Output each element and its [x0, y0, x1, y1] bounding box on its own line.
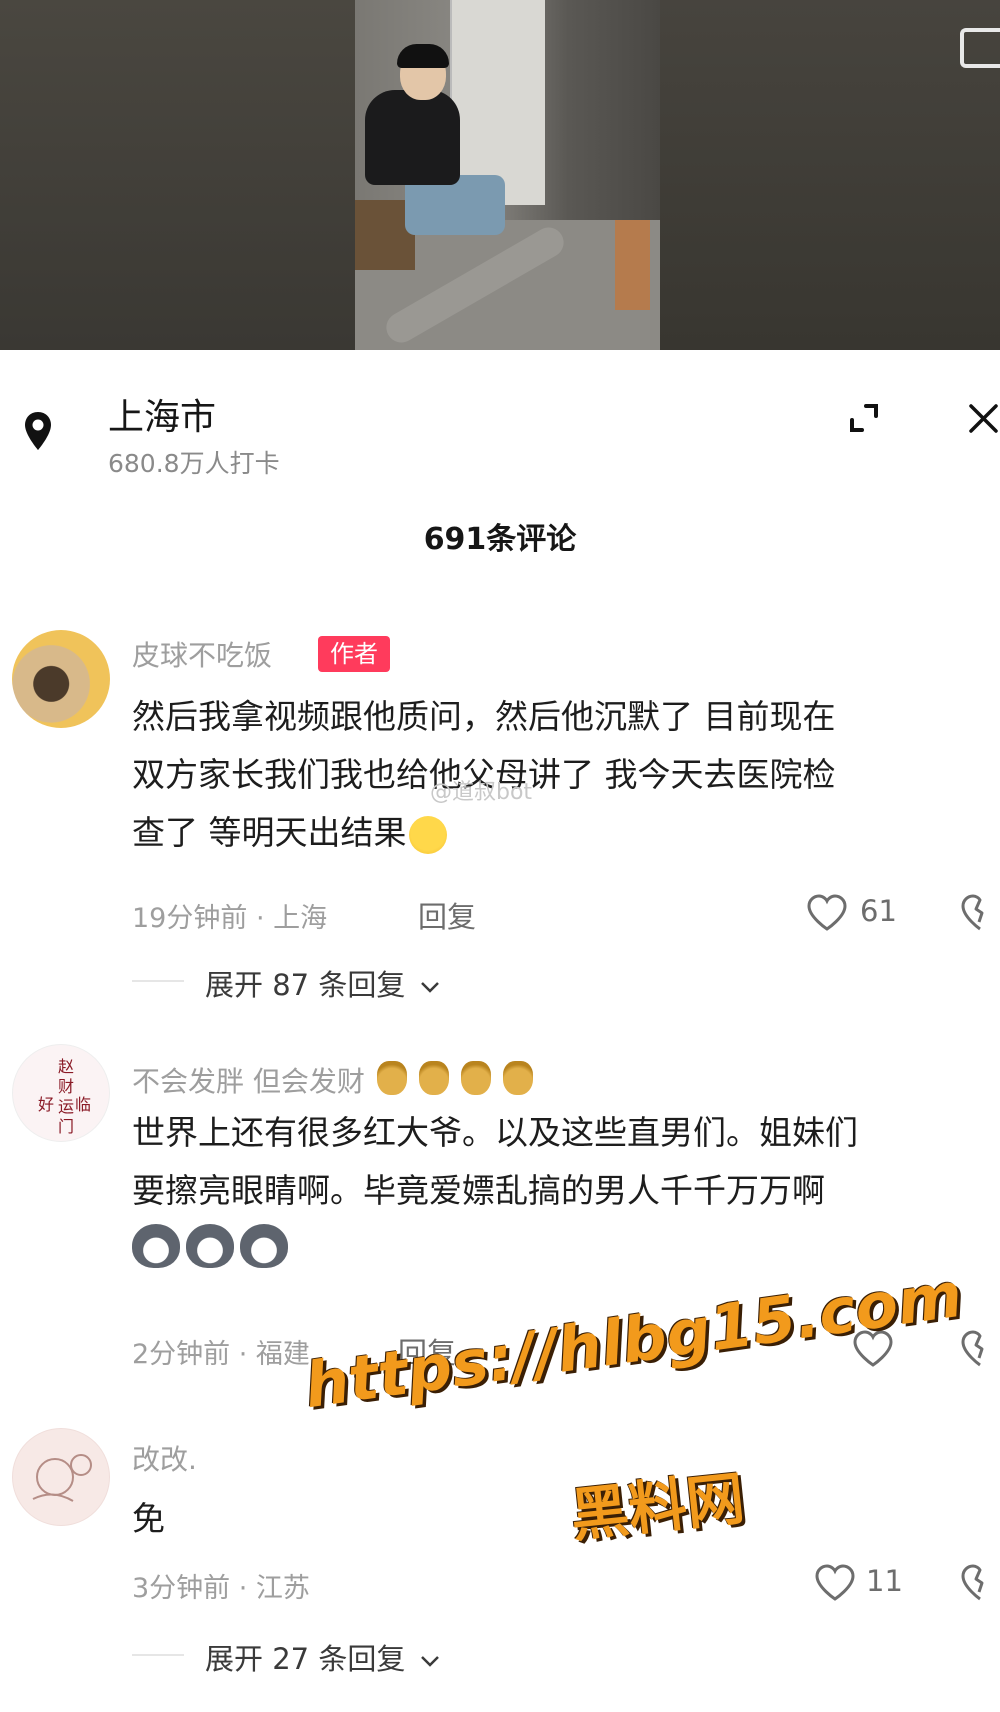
comment-meta: 3分钟前 · 江苏 [132, 1573, 310, 1604]
reply-button[interactable]: 回复 [418, 894, 476, 936]
like-count: 11 [866, 1564, 903, 1598]
husky-emoji-icon [186, 1224, 234, 1268]
money-bag-icon [418, 1061, 449, 1095]
author-badge: 作者 [318, 636, 390, 672]
avatar[interactable]: 赵 财 好 运 临 门 [12, 1044, 110, 1142]
cartoon-avatar-icon [32, 1454, 92, 1502]
weibo-watermark: @道叔bot [430, 780, 533, 805]
comment-text: 免 [132, 1499, 165, 1538]
comment-panel: 上海市 680.8万人打卡 691条评论 皮球不吃饭 作者 然后我拿视频跟他质问… [0, 350, 1000, 1712]
husky-emoji-icon [240, 1224, 288, 1268]
heart-outline-icon[interactable] [806, 894, 848, 932]
close-icon[interactable] [966, 398, 1000, 438]
comment-meta: 19分钟前 · 上海 [132, 903, 328, 934]
comment-count: 691条评论 [423, 522, 577, 557]
location-checkins: 680.8万人打卡 [108, 449, 280, 478]
expand-replies-button[interactable]: 展开 27 条回复 [205, 1636, 441, 1678]
broken-heart-icon[interactable] [960, 1330, 1000, 1368]
chevron-down-icon [420, 982, 439, 993]
video-blur-left [0, 0, 355, 350]
comment-text: 世界上还有很多红大爷。以及这些直男们。姐妹们 要擦亮眼睛啊。毕竟爱嫖乱搞的男人千… [132, 1104, 992, 1286]
broken-heart-icon[interactable] [960, 894, 1000, 932]
husky-emoji-icon [132, 1224, 180, 1268]
location-title[interactable]: 上海市 [108, 388, 216, 440]
money-bag-icon [376, 1061, 407, 1095]
money-bag-icon [460, 1061, 491, 1095]
expand-replies-button[interactable]: 展开 87 条回复 [205, 962, 441, 1004]
broken-heart-icon[interactable] [960, 1564, 1000, 1602]
avatar[interactable] [12, 630, 110, 728]
crying-emoji-icon [408, 815, 447, 854]
comment-username[interactable]: 不会发胖 但会发财 [132, 1060, 533, 1100]
comment-text: 然后我拿视频跟他质问，然后他沉默了 目前现在 双方家长我们我也给他父母讲了 我今… [132, 697, 836, 854]
heart-outline-icon[interactable] [814, 1564, 856, 1602]
video-blur-right [660, 0, 1000, 350]
cast-screen-icon[interactable] [960, 28, 1000, 68]
avatar[interactable] [12, 1428, 110, 1526]
comment-username[interactable]: 皮球不吃饭 [132, 634, 272, 674]
video-player[interactable] [0, 0, 1000, 350]
location-pin-icon [25, 412, 51, 450]
expand-icon[interactable] [846, 400, 882, 436]
comment-meta: 2分钟前 · 福建 [132, 1339, 310, 1370]
like-count: 61 [860, 894, 897, 928]
chevron-down-icon [420, 1656, 439, 1667]
video-frame [355, 0, 660, 350]
money-bag-icon [502, 1061, 533, 1095]
comment-username[interactable]: 改改. [132, 1438, 197, 1478]
